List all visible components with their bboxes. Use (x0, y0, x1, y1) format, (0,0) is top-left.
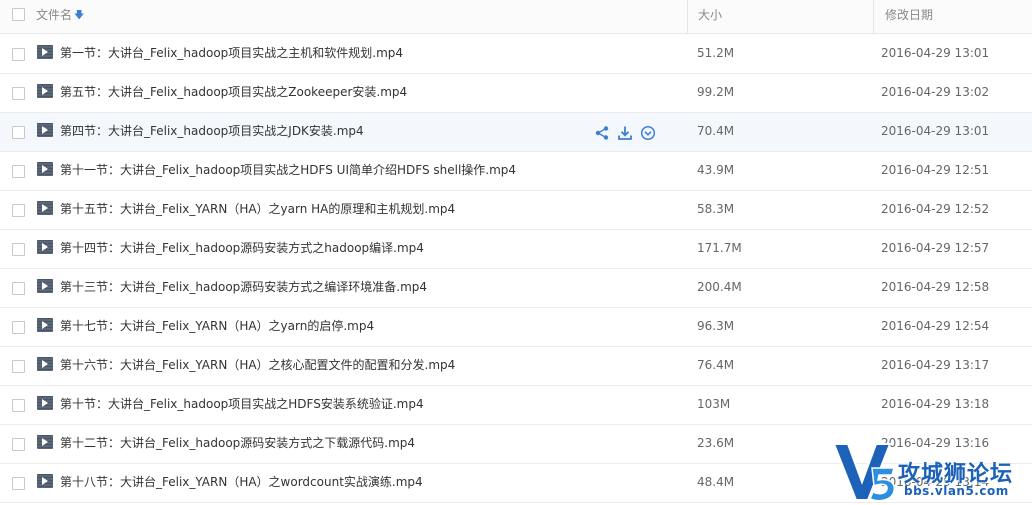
video-file-icon (37, 123, 53, 137)
file-row-hovered[interactable]: 第四节：大讲台_Felix_hadoop项目实战之JDK安装.mp4 70.4M… (0, 113, 1032, 152)
file-list: 第一节：大讲台_Felix_hadoop项目实战之主机和软件规划.mp4 51.… (0, 35, 1032, 503)
v5-logo-icon (832, 443, 896, 502)
file-size: 70.4M (697, 124, 735, 138)
file-row[interactable]: 第十五节：大讲台_Felix_YARN（HA）之yarn HA的原理和主机规划.… (0, 191, 1032, 230)
file-name[interactable]: 第十节：大讲台_Felix_hadoop项目实战之HDFS安装系统验证.mp4 (60, 386, 424, 423)
video-file-icon (37, 396, 53, 410)
file-row[interactable]: 第十一节：大讲台_Felix_hadoop项目实战之HDFS UI简单介绍HDF… (0, 152, 1032, 191)
video-file-icon (37, 474, 53, 488)
row-checkbox[interactable] (12, 87, 25, 100)
file-row[interactable]: 第一节：大讲台_Felix_hadoop项目实战之主机和软件规划.mp4 51.… (0, 35, 1032, 74)
more-options-chevron-icon[interactable] (640, 125, 656, 141)
file-size: 58.3M (697, 202, 735, 216)
file-size: 171.7M (697, 241, 742, 255)
file-name[interactable]: 第十五节：大讲台_Felix_YARN（HA）之yarn HA的原理和主机规划.… (60, 191, 455, 228)
file-date: 2016-04-29 12:58 (881, 280, 990, 294)
video-file-icon (37, 45, 53, 59)
column-header-size[interactable]: 大小 (687, 0, 873, 34)
video-file-icon (37, 357, 53, 371)
file-name[interactable]: 第五节：大讲台_Felix_hadoop项目实战之Zookeeper安装.mp4 (60, 74, 407, 111)
column-header-name-label: 文件名 (36, 8, 73, 22)
file-row[interactable]: 第十三节：大讲台_Felix_hadoop源码安装方式之编译环境准备.mp4 2… (0, 269, 1032, 308)
row-checkbox[interactable] (12, 360, 25, 373)
file-name[interactable]: 第十一节：大讲台_Felix_hadoop项目实战之HDFS UI简单介绍HDF… (60, 152, 516, 189)
file-name[interactable]: 第十六节：大讲台_Felix_YARN（HA）之核心配置文件的配置和分发.mp4 (60, 347, 455, 384)
file-row[interactable]: 第十七节：大讲台_Felix_YARN（HA）之yarn的启停.mp4 96.3… (0, 308, 1032, 347)
file-size: 48.4M (697, 475, 735, 489)
file-row[interactable]: 第十六节：大讲台_Felix_YARN（HA）之核心配置文件的配置和分发.mp4… (0, 347, 1032, 386)
file-name[interactable]: 第十四节：大讲台_Felix_hadoop源码安装方式之hadoop编译.mp4 (60, 230, 424, 267)
video-file-icon (37, 435, 53, 449)
video-file-icon (37, 240, 53, 254)
row-checkbox[interactable] (12, 399, 25, 412)
row-checkbox[interactable] (12, 243, 25, 256)
file-size: 43.9M (697, 163, 735, 177)
file-date: 2016-04-29 13:17 (881, 358, 990, 372)
row-checkbox[interactable] (12, 477, 25, 490)
row-checkbox[interactable] (12, 165, 25, 178)
file-name[interactable]: 第一节：大讲台_Felix_hadoop项目实战之主机和软件规划.mp4 (60, 35, 403, 72)
row-checkbox[interactable] (12, 126, 25, 139)
video-file-icon (37, 279, 53, 293)
download-icon[interactable] (617, 125, 633, 141)
select-all-checkbox[interactable] (12, 8, 25, 21)
file-date: 2016-04-29 13:01 (881, 124, 990, 138)
file-row[interactable]: 第十四节：大讲台_Felix_hadoop源码安装方式之hadoop编译.mp4… (0, 230, 1032, 269)
file-size: 99.2M (697, 85, 735, 99)
video-file-icon (37, 201, 53, 215)
file-name[interactable]: 第四节：大讲台_Felix_hadoop项目实战之JDK安装.mp4 (60, 113, 364, 150)
row-checkbox[interactable] (12, 204, 25, 217)
file-date: 2016-04-29 13:02 (881, 85, 990, 99)
row-checkbox[interactable] (12, 438, 25, 451)
file-row[interactable]: 第十节：大讲台_Felix_hadoop项目实战之HDFS安装系统验证.mp4 … (0, 386, 1032, 425)
file-row[interactable]: 第五节：大讲台_Felix_hadoop项目实战之Zookeeper安装.mp4… (0, 74, 1032, 113)
sort-down-arrow-icon: 🡇 (74, 10, 85, 21)
watermark-url: bbs.vlan5.com (904, 484, 1009, 498)
column-header-name[interactable]: 文件名 🡇 (36, 0, 84, 34)
file-date: 2016-04-29 12:57 (881, 241, 990, 255)
file-name[interactable]: 第十三节：大讲台_Felix_hadoop源码安装方式之编译环境准备.mp4 (60, 269, 427, 306)
file-name[interactable]: 第十八节：大讲台_Felix_YARN（HA）之wordcount实战演练.mp… (60, 464, 423, 501)
file-size: 103M (697, 397, 731, 411)
file-date: 2016-04-29 12:52 (881, 202, 990, 216)
watermark-logo: 攻城狮论坛 bbs.vlan5.com (832, 438, 1032, 505)
row-checkbox[interactable] (12, 48, 25, 61)
file-size: 51.2M (697, 46, 735, 60)
file-date: 2016-04-29 12:54 (881, 319, 990, 333)
file-date: 2016-04-29 12:51 (881, 163, 990, 177)
share-icon[interactable] (594, 125, 610, 141)
file-date: 2016-04-29 13:18 (881, 397, 990, 411)
file-date: 2016-04-29 13:01 (881, 46, 990, 60)
video-file-icon (37, 162, 53, 176)
file-name[interactable]: 第十七节：大讲台_Felix_YARN（HA）之yarn的启停.mp4 (60, 308, 374, 345)
file-size: 200.4M (697, 280, 742, 294)
row-checkbox[interactable] (12, 282, 25, 295)
file-name[interactable]: 第十二节：大讲台_Felix_hadoop源码安装方式之下载源代码.mp4 (60, 425, 415, 462)
file-list-header: 文件名 🡇 大小 修改日期 (0, 0, 1032, 34)
file-size: 76.4M (697, 358, 735, 372)
file-size: 23.6M (697, 436, 735, 450)
column-header-date[interactable]: 修改日期 (873, 0, 1032, 34)
video-file-icon (37, 84, 53, 98)
video-file-icon (37, 318, 53, 332)
row-checkbox[interactable] (12, 321, 25, 334)
row-actions (594, 125, 656, 141)
file-size: 96.3M (697, 319, 735, 333)
